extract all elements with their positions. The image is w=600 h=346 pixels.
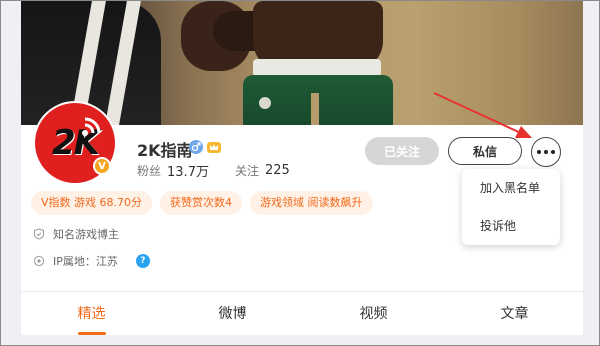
more-dot bbox=[544, 150, 548, 154]
tab-article[interactable]: 文章 bbox=[489, 297, 541, 329]
menu-item-report[interactable]: 投诉他 bbox=[462, 207, 560, 245]
profile-tabs: 精选 微博 视频 文章 bbox=[21, 295, 585, 335]
tag-v-index[interactable]: V指数 游戏 68.70分 bbox=[31, 191, 153, 215]
tab-weibo[interactable]: 微博 bbox=[207, 297, 259, 329]
tag-reading-rise[interactable]: 游戏领域 阅读数飙升 bbox=[250, 191, 373, 215]
verification-row: 知名游戏博主 bbox=[33, 226, 119, 242]
tag-reward-count[interactable]: 获赞赏次数4 bbox=[160, 191, 243, 215]
page-margin-left bbox=[1, 1, 21, 345]
following-label: 关注 bbox=[234, 164, 259, 178]
location-icon bbox=[33, 255, 45, 267]
tab-video[interactable]: 视频 bbox=[348, 297, 400, 329]
more-options-button[interactable] bbox=[531, 137, 561, 167]
wifi-icon bbox=[82, 117, 101, 136]
cover-team-logo bbox=[259, 97, 271, 109]
profile-stats: 粉丝 13.7万 关注 225 bbox=[137, 161, 290, 180]
more-dot bbox=[551, 150, 555, 154]
profile-name: 2K指南 bbox=[137, 141, 193, 160]
page-margin-bottom bbox=[1, 335, 599, 345]
tab-featured[interactable]: 精选 bbox=[66, 297, 118, 335]
ip-location-row: IP属地：江苏 ? bbox=[33, 253, 150, 269]
following-count[interactable]: 225 bbox=[265, 163, 290, 178]
crown-icon bbox=[207, 142, 221, 153]
ip-location-text: IP属地：江苏 bbox=[53, 255, 118, 268]
fans-count[interactable]: 13.7万 bbox=[167, 161, 209, 180]
menu-item-blacklist[interactable]: 加入黑名单 bbox=[462, 169, 560, 207]
more-options-menu: 加入黑名单 投诉他 bbox=[462, 169, 560, 245]
message-button[interactable]: 私信 bbox=[448, 137, 522, 165]
cover-image bbox=[21, 1, 585, 125]
page-margin-right bbox=[583, 1, 599, 345]
verification-text: 知名游戏博主 bbox=[53, 228, 119, 241]
profile-tags: V指数 游戏 68.70分 获赞赏次数4 游戏领域 阅读数飙升 bbox=[31, 191, 373, 215]
followed-button[interactable]: 已关注 bbox=[365, 137, 439, 165]
verified-badge-icon: V bbox=[93, 157, 111, 175]
cover-shorts-gap bbox=[311, 93, 319, 125]
help-icon[interactable]: ? bbox=[135, 254, 150, 268]
shield-icon bbox=[34, 228, 44, 240]
divider bbox=[21, 291, 585, 292]
male-icon bbox=[189, 140, 203, 154]
more-dot bbox=[537, 150, 541, 154]
fans-label: 粉丝 bbox=[137, 164, 162, 178]
profile-page: 2K V 2K指南 粉丝 13.7万 关注 225 已关注 私信 加入黑名单 投… bbox=[0, 0, 600, 346]
